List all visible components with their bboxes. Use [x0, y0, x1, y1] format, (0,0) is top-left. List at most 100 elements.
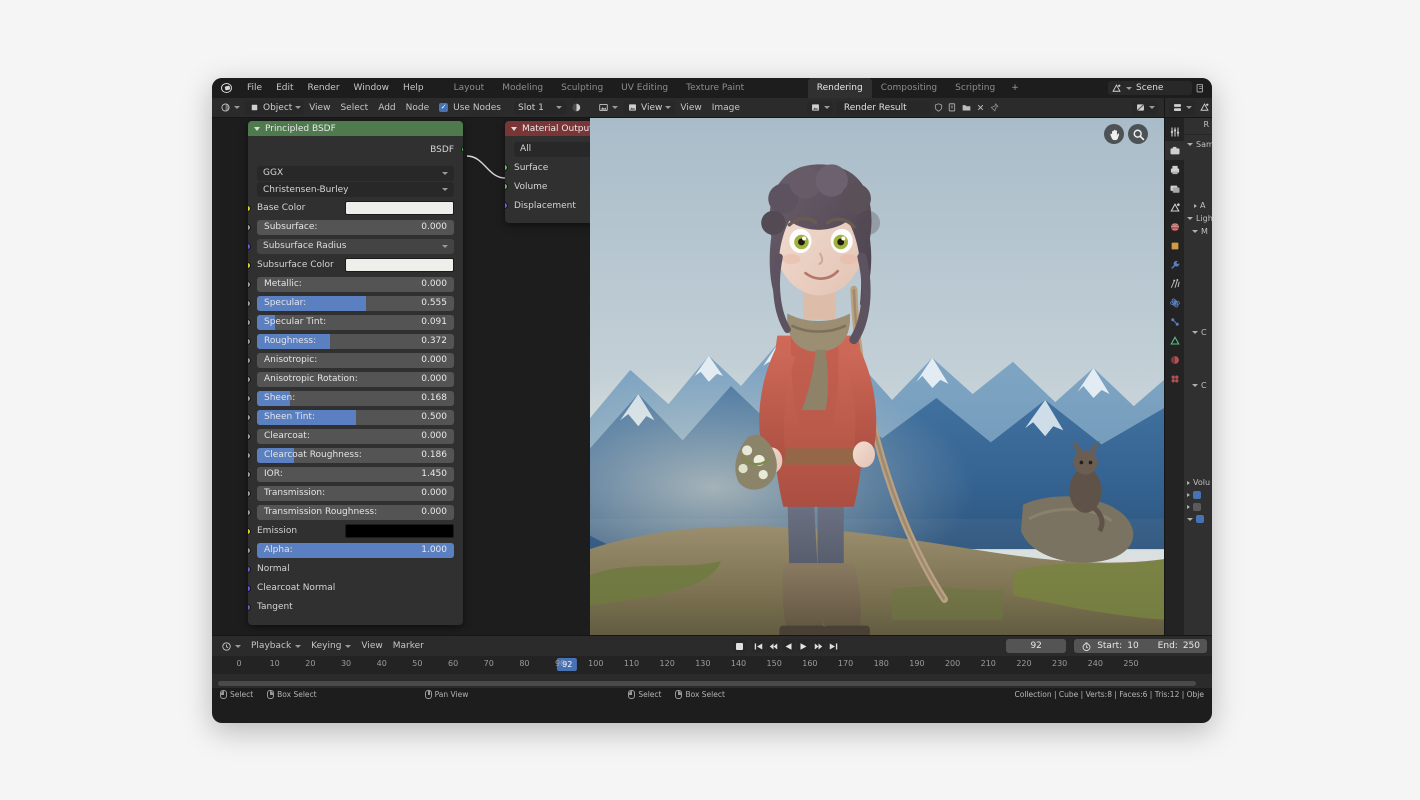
- properties-panel-list[interactable]: R Sam A Ligh: [1184, 118, 1212, 668]
- menu-file[interactable]: File: [240, 81, 269, 95]
- socket-subsurface-color-icon[interactable]: [248, 262, 251, 269]
- jump-to-start-button[interactable]: [752, 639, 765, 653]
- panel-volumes[interactable]: Volu: [1184, 476, 1212, 489]
- prop-subsurface-radius[interactable]: Subsurface Radius: [248, 237, 463, 256]
- workspace-tab-scripting[interactable]: Scripting: [946, 78, 1004, 98]
- checkbox-icon[interactable]: [1193, 503, 1201, 511]
- panel-max-bounces[interactable]: M: [1184, 225, 1212, 238]
- node-header[interactable]: Principled BSDF: [248, 121, 463, 136]
- timeline-menu-view[interactable]: View: [356, 639, 387, 653]
- scene-selector[interactable]: Scene: [1108, 81, 1192, 95]
- socket-transmission-roughness-icon[interactable]: [248, 509, 251, 516]
- prop-sheen-tint[interactable]: Sheen Tint: 0.500: [248, 408, 463, 427]
- prop-base-color[interactable]: Base Color: [248, 199, 463, 218]
- node-menu-add[interactable]: Add: [373, 101, 400, 115]
- prop-transmission[interactable]: Transmission: 0.000: [248, 484, 463, 503]
- properties-breadcrumb-icon[interactable]: [1199, 102, 1210, 113]
- timeline-scrollbar[interactable]: [212, 679, 1212, 688]
- prop-specular-tint[interactable]: Specular Tint: 0.091: [248, 313, 463, 332]
- image-datablock-type[interactable]: [807, 101, 833, 115]
- socket-base-color-icon[interactable]: [248, 205, 251, 212]
- input-surface[interactable]: Surface: [505, 158, 590, 177]
- editor-type-button[interactable]: [1169, 101, 1195, 115]
- socket-tangent-icon[interactable]: [248, 604, 251, 611]
- image-datablock-name[interactable]: Render Result: [836, 101, 930, 115]
- panel-clamping[interactable]: C: [1184, 326, 1212, 339]
- panel-sampling[interactable]: Sam: [1184, 138, 1212, 151]
- play-reverse-button[interactable]: [782, 639, 795, 653]
- socket-emission-icon[interactable]: [248, 528, 251, 535]
- node-output-bsdf[interactable]: BSDF: [248, 140, 463, 159]
- output-target-dropdown[interactable]: All: [514, 142, 590, 157]
- properties-tab-tool[interactable]: [1165, 122, 1184, 141]
- menu-help[interactable]: Help: [396, 81, 431, 95]
- play-button[interactable]: [797, 639, 810, 653]
- prop-clearcoat-roughness[interactable]: Clearcoat Roughness: 0.186: [248, 446, 463, 465]
- emission-color-swatch[interactable]: [345, 524, 454, 538]
- disclosure-triangle-icon[interactable]: [1187, 505, 1190, 509]
- node-material-output[interactable]: Material Output All Surface: [505, 121, 590, 223]
- socket-clearcoat-normal-icon[interactable]: [248, 585, 251, 592]
- current-frame-field[interactable]: 92: [1006, 639, 1066, 653]
- workspace-tab-uv-editing[interactable]: UV Editing: [612, 78, 677, 98]
- next-keyframe-button[interactable]: [812, 639, 825, 653]
- socket-anisotropic-icon[interactable]: [248, 357, 251, 364]
- material-slot-dropdown[interactable]: Slot 1: [514, 101, 566, 115]
- prop-emission[interactable]: Emission: [248, 522, 463, 541]
- disclosure-triangle-icon[interactable]: [1187, 217, 1193, 220]
- node-principled-bsdf[interactable]: Principled BSDF BSDF GGX: [248, 121, 463, 625]
- disclosure-triangle-icon[interactable]: [1187, 518, 1193, 521]
- menu-window[interactable]: Window: [347, 81, 397, 95]
- panel-advanced[interactable]: A: [1184, 199, 1212, 212]
- workspace-tab-compositing[interactable]: Compositing: [872, 78, 946, 98]
- socket-transmission-icon[interactable]: [248, 490, 251, 497]
- image-menu-view[interactable]: View: [675, 101, 706, 115]
- node-menu-node[interactable]: Node: [401, 101, 435, 115]
- frame-range-fields[interactable]: Start: 10 End: 250: [1074, 639, 1207, 653]
- socket-sheen-tint-icon[interactable]: [248, 414, 251, 421]
- editor-type-button[interactable]: [593, 100, 623, 115]
- prop-sheen[interactable]: Sheen: 0.168: [248, 389, 463, 408]
- properties-tab-particles[interactable]: [1165, 274, 1184, 293]
- socket-normal-icon[interactable]: [248, 566, 251, 573]
- prop-ior[interactable]: IOR: 1.450: [248, 465, 463, 484]
- stopwatch-icon[interactable]: [1081, 641, 1092, 652]
- properties-tab-world[interactable]: [1165, 217, 1184, 236]
- disclosure-triangle-icon[interactable]: [1187, 493, 1190, 497]
- previous-keyframe-button[interactable]: [767, 639, 780, 653]
- properties-tab-texture[interactable]: [1165, 369, 1184, 388]
- prop-tangent[interactable]: Tangent: [248, 598, 463, 617]
- node-header[interactable]: Material Output: [505, 121, 590, 136]
- socket-anisotropic-rotation-icon[interactable]: [248, 376, 251, 383]
- node-menu-select[interactable]: Select: [335, 101, 373, 115]
- use-nodes-toggle[interactable]: ✓ Use Nodes: [434, 101, 506, 115]
- properties-tab-view-layer[interactable]: [1165, 179, 1184, 198]
- node-menu-view[interactable]: View: [304, 101, 335, 115]
- prop-subsurface-color[interactable]: Subsurface Color: [248, 256, 463, 275]
- prop-transmission-roughness[interactable]: Transmission Roughness: 0.000: [248, 503, 463, 522]
- pan-gizmo[interactable]: [1104, 124, 1124, 144]
- prop-specular[interactable]: Specular: 0.555: [248, 294, 463, 313]
- render-view[interactable]: [590, 118, 1164, 668]
- input-displacement[interactable]: Displacement: [505, 196, 590, 215]
- image-mode-dropdown[interactable]: View: [623, 101, 675, 115]
- prop-anisotropic[interactable]: Anisotropic: 0.000: [248, 351, 463, 370]
- socket-metallic-icon[interactable]: [248, 281, 251, 288]
- panel-caustics[interactable]: C: [1184, 379, 1212, 392]
- distribution-dropdown[interactable]: GGX: [257, 166, 454, 181]
- disclosure-triangle-icon[interactable]: [1192, 331, 1198, 334]
- socket-subsurface-icon[interactable]: [248, 224, 251, 231]
- prop-alpha[interactable]: Alpha: 1.000: [248, 541, 463, 560]
- properties-tab-output[interactable]: [1165, 160, 1184, 179]
- subsurface-method-dropdown[interactable]: Christensen-Burley: [257, 182, 454, 197]
- workspace-tab-texture-paint[interactable]: Texture Paint: [677, 78, 753, 98]
- timeline-menu-keying[interactable]: Keying: [306, 639, 356, 653]
- editor-type-button[interactable]: [215, 100, 245, 115]
- shield-icon[interactable]: [933, 102, 944, 113]
- pin-icon[interactable]: [989, 102, 1000, 113]
- socket-surface-icon[interactable]: [505, 164, 508, 171]
- jump-to-end-button[interactable]: [827, 639, 840, 653]
- material-preview-button[interactable]: [566, 100, 587, 115]
- socket-sheen-icon[interactable]: [248, 395, 251, 402]
- properties-tab-physics[interactable]: [1165, 293, 1184, 312]
